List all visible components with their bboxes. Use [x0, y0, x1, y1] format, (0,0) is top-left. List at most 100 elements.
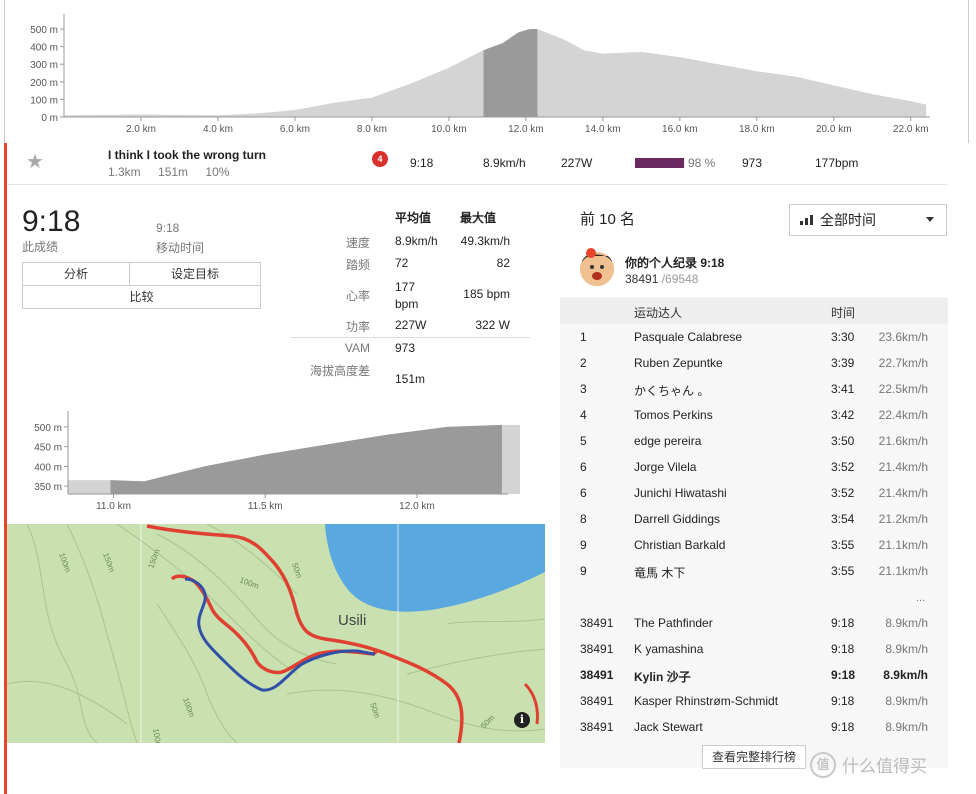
leaderboard-athlete-name[interactable]: The Pathfinder [634, 616, 713, 630]
leaderboard-athlete-name[interactable]: Christian Barkald [634, 538, 725, 552]
pr-percent-label: 98 % [688, 156, 716, 170]
elevation-profile-chart: 500 m 400 m 300 m 200 m 100 m 0 m 2.0 km 4.0 km… [30, 14, 930, 135]
leaderboard-row[interactable]: 6 Jorge Vilela 3:52 21.4km/h [560, 454, 948, 480]
segment-name[interactable]: I think I took the wrong turn [108, 148, 266, 162]
leaderboard-row[interactable]: 4 Tomos Perkins 3:42 22.4km/h [560, 402, 948, 428]
leaderboard-speed: 8.9km/h [885, 694, 928, 708]
leaderboard-row[interactable]: 3 かくちゃん 。 3:41 22.5km/h [560, 376, 948, 402]
leaderboard-row[interactable]: 38491 Kasper Rhinstrøm-Schmidt 9:18 8.9km/h [560, 688, 948, 714]
leaderboard-athlete-name[interactable]: Darrell Giddings [634, 512, 720, 526]
y-tick-label: 450 m [34, 443, 62, 454]
leaderboard-speed: 22.5km/h [878, 382, 928, 396]
segment-elevation-chart: 500 m 450 m 400 m 350 m 11.0 km 11.5 km 12.0 k… [34, 411, 520, 512]
set-goal-button[interactable]: 设定目标 [129, 262, 261, 286]
x-tick-label: 6.0 km [280, 124, 310, 135]
y-tick-label: 350 m [34, 482, 62, 493]
leaderboard-athlete-name[interactable]: かくちゃん 。 [634, 382, 709, 399]
leaderboard-row[interactable]: 38491 K yamashina 9:18 8.9km/h [560, 636, 948, 662]
effort-power: 227W [561, 156, 593, 170]
leaderboard-row[interactable]: 5 edge pereira 3:50 21.6km/h [560, 428, 948, 454]
leaderboard-row[interactable]: 9 Christian Barkald 3:55 21.1km/h [560, 532, 948, 558]
x-tick-label: 12.0 km [399, 501, 435, 512]
leaderboard-rank: 38491 [580, 668, 614, 682]
bar-chart-icon [800, 215, 813, 225]
leaderboard-header: 运动达人 时间 [560, 298, 948, 324]
pr-rank-value: 38491 [625, 272, 659, 286]
segment-map[interactable]: 100m 150m 150m 50m 100m 100m 50m 50m 100… [7, 524, 545, 743]
x-tick-label: 11.0 km [96, 501, 131, 512]
leaderboard-athlete-name[interactable]: Pasquale Calabrese [634, 330, 742, 344]
leaderboard-row[interactable]: 2 Ruben Zepuntke 3:39 22.7km/h [560, 350, 948, 376]
leaderboard-speed: 21.6km/h [878, 434, 928, 448]
effort-heart-rate: 177bpm [815, 156, 859, 170]
leaderboard-athlete-name[interactable]: Kylin 沙子 [634, 668, 691, 685]
leaderboard-row[interactable]: 38491 Kylin 沙子 9:18 8.9km/h [560, 662, 948, 688]
y-tick-label: 0 m [41, 113, 58, 124]
x-tick-label: 4.0 km [203, 124, 233, 135]
leaderboard-athlete-name[interactable]: Jorge Vilela [634, 460, 696, 474]
stats-label-speed: 速度 [345, 236, 370, 250]
info-icon[interactable]: i [514, 712, 530, 728]
leaderboard-row[interactable]: 8 Darrell Giddings 3:54 21.2km/h [560, 506, 948, 532]
leaderboard-speed: 21.4km/h [878, 460, 928, 474]
leaderboard-time: 3:50 [831, 434, 855, 448]
avatar-status-dot [586, 248, 596, 258]
personal-record-rank: 38491 /69548 [625, 272, 698, 286]
leaderboard-time: 3:39 [831, 356, 855, 370]
leaderboard-rank: 38491 [580, 642, 614, 656]
leaderboard-athlete-name[interactable]: Ruben Zepuntke [634, 356, 723, 370]
leaderboard-row[interactable]: 38491 Jack Stewart 9:18 8.9km/h [560, 714, 948, 740]
leaderboard-athlete-name[interactable]: Jack Stewart [634, 720, 703, 734]
leaderboard-col-athlete: 运动达人 [634, 306, 683, 320]
x-tick-label: 16.0 km [662, 124, 698, 135]
leaderboard-row[interactable]: 1 Pasquale Calabrese 3:30 23.6km/h [560, 324, 948, 350]
y-tick-label: 100 m [30, 95, 58, 106]
leaderboard-row[interactable]: 6 Junichi Hiwatashi 3:52 21.4km/h [560, 480, 948, 506]
leaderboard-athlete-name[interactable]: edge pereira [634, 434, 701, 448]
leaderboard-rank: 8 [580, 512, 587, 526]
leaderboard-athlete-name[interactable]: K yamashina [634, 642, 703, 656]
segment-distance: 1.3km [108, 165, 141, 179]
star-icon[interactable]: ★ [26, 149, 44, 174]
personal-record-card [560, 242, 948, 297]
stats-max-speed: 49.3km/h [460, 234, 510, 248]
leaderboard-rank: 9 [580, 538, 587, 552]
time-filter-dropdown[interactable]: 全部时间 [789, 204, 947, 236]
x-tick-label: 22.0 km [893, 124, 929, 135]
leaderboard-athlete-name[interactable]: Kasper Rhinstrøm-Schmidt [634, 694, 778, 708]
leaderboard-time: 3:54 [831, 512, 855, 526]
leaderboard-time: 9:18 [831, 694, 855, 708]
y-tick-label: 300 m [30, 60, 58, 71]
y-tick-label: 400 m [30, 43, 58, 54]
effort-time: 9:18 [410, 156, 434, 170]
map-place-label: Usili [338, 612, 367, 629]
leaderboard-athlete-name[interactable]: Tomos Perkins [634, 408, 713, 422]
avatar-face [580, 252, 614, 286]
time-filter-label: 全部时间 [820, 212, 876, 228]
leaderboard-rank: 3 [580, 382, 587, 396]
segment-stats: 1.3km 151m 10% [108, 165, 243, 179]
leaderboard-title: 前 10 名 [580, 211, 636, 228]
leaderboard-rank: 38491 [580, 694, 614, 708]
analysis-button[interactable]: 分析 [22, 262, 130, 286]
compare-button[interactable]: 比较 [22, 285, 261, 309]
leaderboard-time: 3:55 [831, 564, 855, 578]
leaderboard-speed: 23.6km/h [878, 330, 928, 344]
personal-record-label: 你的个人纪录 9:18 [625, 256, 725, 270]
leaderboard-row[interactable]: 9 竜馬 木下 3:55 21.1km/h [560, 558, 948, 584]
segment-effort-row[interactable]: ★ I think I took the wrong turn 1.3km 15… [8, 143, 948, 185]
moving-time: 9:18 [156, 221, 180, 235]
leaderboard-speed: 21.1km/h [878, 538, 928, 552]
view-full-leaderboard-button[interactable]: 查看完整排行榜 [702, 745, 806, 769]
leaderboard-row[interactable]: 38491 The Pathfinder 9:18 8.9km/h [560, 610, 948, 636]
profile-highlight [110, 424, 502, 494]
leaderboard-speed: 21.2km/h [878, 512, 928, 526]
stats-elevation-diff: 151m [395, 372, 426, 386]
leaderboard-time: 3:55 [831, 538, 855, 552]
leaderboard-athlete-name[interactable]: Junichi Hiwatashi [634, 486, 727, 500]
leaderboard-rank: 6 [580, 486, 587, 500]
leaderboard-rank: 2 [580, 356, 587, 370]
avatar[interactable] [580, 252, 614, 286]
leaderboard-athlete-name[interactable]: 竜馬 木下 [634, 564, 685, 581]
leaderboard-speed: 21.4km/h [878, 486, 928, 500]
